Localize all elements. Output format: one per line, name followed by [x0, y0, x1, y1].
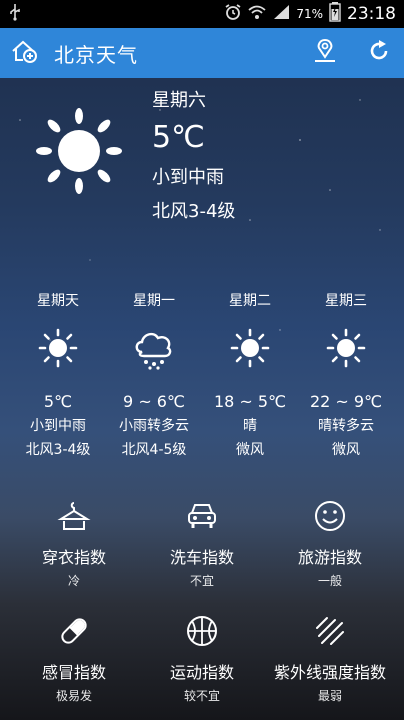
- forecast-temp: 9 ~ 6℃: [123, 392, 185, 411]
- forecast-day[interactable]: 星期二 18 ~ 5℃ 晴 微风: [202, 290, 298, 459]
- signal-icon: [272, 4, 290, 24]
- forecast-condition: 晴: [243, 418, 257, 434]
- index-car-wash[interactable]: 洗车指数 不宜: [138, 498, 266, 589]
- index-value: 较不宜: [183, 689, 220, 703]
- sun-icon: [38, 328, 78, 372]
- current-temperature: 5℃: [152, 120, 205, 155]
- sun-icon: [30, 102, 128, 200]
- smiley-icon: [313, 499, 347, 537]
- sun-icon: [326, 328, 366, 372]
- index-value: 冷: [67, 574, 80, 588]
- index-name: 感冒指数: [41, 663, 106, 682]
- forecast-temp: 18 ~ 5℃: [213, 392, 287, 411]
- refresh-icon: [367, 39, 391, 67]
- add-city-button[interactable]: [10, 38, 40, 68]
- battery-percent: 71%: [296, 7, 323, 21]
- uv-rays-icon: [313, 614, 347, 652]
- life-indices: 穿衣指数 冷 洗车指数 不宜 旅游指数 一般 感冒指数 极易发 运动指数 较不宜…: [0, 498, 404, 704]
- forecast-day-name: 星期天: [37, 293, 79, 309]
- battery-icon: [329, 2, 341, 26]
- forecast-day-name: 星期二: [229, 293, 271, 309]
- sun-icon: [230, 328, 270, 372]
- forecast-day[interactable]: 星期一 9 ~ 6℃ 小雨转多云 北风4-5级: [106, 290, 202, 459]
- index-name: 洗车指数: [169, 548, 234, 567]
- status-bar: 71% 23:18: [0, 0, 404, 28]
- index-value: 不宜: [189, 574, 214, 588]
- index-sport[interactable]: 运动指数 较不宜: [138, 613, 266, 704]
- forecast-wind: 微风: [236, 442, 264, 458]
- index-value: 一般: [317, 574, 342, 588]
- forecast-list: 星期天 5℃ 小到中雨 北风3-4级 星期一 9 ~ 6℃ 小雨转多云 北风4-…: [10, 290, 394, 459]
- home-add-icon: [11, 39, 39, 67]
- index-name: 运动指数: [169, 663, 234, 682]
- forecast-temp: 22 ~ 9℃: [309, 392, 383, 411]
- app-bar: 北京天气: [0, 28, 404, 78]
- forecast-condition: 晴转多云: [318, 418, 374, 434]
- forecast-condition: 小到中雨: [30, 418, 86, 434]
- page-title: 北京天气: [54, 42, 138, 67]
- forecast-wind: 微风: [332, 442, 360, 458]
- index-name: 紫外线强度指数: [273, 663, 386, 682]
- forecast-temp: 5℃: [43, 392, 73, 411]
- index-name: 旅游指数: [297, 548, 362, 567]
- usb-icon: [8, 3, 22, 25]
- forecast-condition: 小雨转多云: [119, 418, 189, 434]
- index-travel[interactable]: 旅游指数 一般: [266, 498, 394, 589]
- status-time: 23:18: [347, 4, 396, 24]
- current-wind: 北风3-4级: [152, 201, 236, 222]
- current-day: 星期六: [152, 90, 206, 111]
- current-condition: 小到中雨: [152, 167, 224, 188]
- pill-icon: [57, 614, 91, 652]
- locate-button[interactable]: [310, 38, 340, 68]
- current-weather: 星期六 5℃ 小到中雨 北风3-4级: [0, 80, 404, 230]
- ball-icon: [185, 614, 219, 652]
- wifi-icon: [248, 4, 266, 24]
- index-value: 极易发: [55, 689, 92, 703]
- forecast-day[interactable]: 星期三 22 ~ 9℃ 晴转多云 微风: [298, 290, 394, 459]
- index-clothing[interactable]: 穿衣指数 冷: [10, 498, 138, 589]
- forecast-day[interactable]: 星期天 5℃ 小到中雨 北风3-4级: [10, 290, 106, 459]
- rain-cloud-icon: [132, 326, 176, 374]
- clothes-hanger-icon: [57, 499, 91, 537]
- index-cold[interactable]: 感冒指数 极易发: [10, 613, 138, 704]
- index-uv[interactable]: 紫外线强度指数 最弱: [266, 613, 394, 704]
- forecast-wind: 北风4-5级: [121, 442, 187, 458]
- index-name: 穿衣指数: [41, 548, 106, 567]
- index-value: 最弱: [317, 689, 342, 703]
- location-pin-icon: [313, 38, 337, 68]
- forecast-day-name: 星期三: [325, 293, 367, 309]
- refresh-button[interactable]: [364, 38, 394, 68]
- alarm-icon: [224, 3, 242, 25]
- car-icon: [185, 499, 219, 537]
- forecast-day-name: 星期一: [133, 293, 175, 309]
- forecast-wind: 北风3-4级: [25, 442, 91, 458]
